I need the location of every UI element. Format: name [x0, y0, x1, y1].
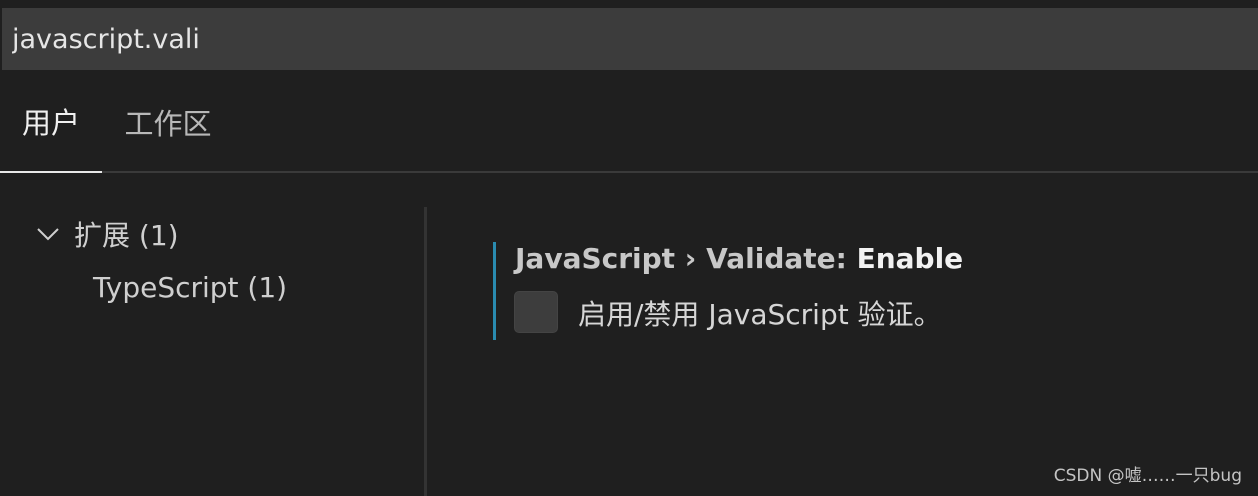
tab-user[interactable]: 用户	[0, 70, 102, 173]
chevron-down-icon[interactable]	[34, 220, 62, 248]
settings-search-box[interactable]	[2, 8, 1258, 70]
setting-category: JavaScript › Validate:	[515, 242, 857, 275]
tab-workspace[interactable]: 工作区	[120, 70, 216, 173]
settings-scope-tabs: 用户 工作区	[0, 70, 1258, 173]
toc-item-extensions[interactable]: 扩展 (1)	[34, 213, 179, 255]
toc-divider[interactable]	[424, 207, 427, 496]
toc-item-extensions-label: 扩展 (1)	[74, 219, 179, 252]
toc-item-typescript-label: TypeScript (1)	[93, 270, 288, 304]
setting-description: 启用/禁用 JavaScript 验证。	[578, 298, 942, 331]
settings-toc: 扩展 (1) TypeScript (1)	[0, 173, 424, 496]
watermark: CSDN @嘘……一只bug	[1053, 466, 1242, 486]
setting-focus-indicator	[493, 242, 496, 340]
setting-key: Enable	[856, 242, 964, 275]
setting-javascript-validate-enable: JavaScript › Validate: Enable 启用/禁用 Java…	[493, 242, 1193, 340]
setting-checkbox[interactable]	[514, 291, 558, 333]
settings-search-input[interactable]	[12, 23, 1242, 55]
setting-title: JavaScript › Validate: Enable	[515, 242, 963, 275]
top-strip	[0, 0, 1258, 8]
toc-item-typescript[interactable]: TypeScript (1)	[93, 266, 287, 308]
